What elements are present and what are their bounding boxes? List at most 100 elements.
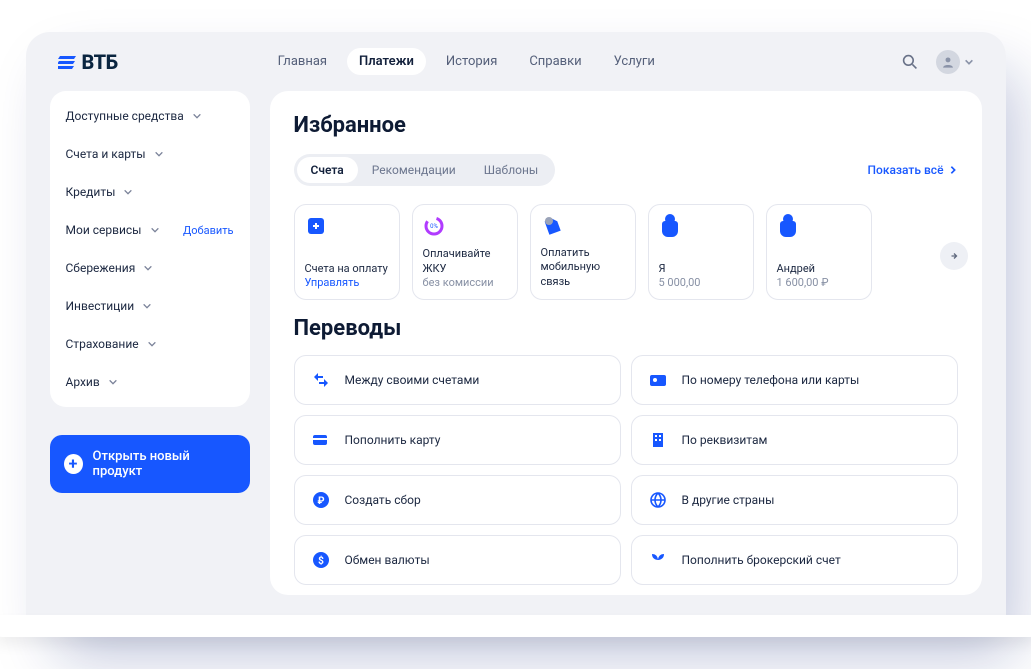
- chevron-down-icon: [123, 187, 133, 197]
- nav-home[interactable]: Главная: [266, 48, 339, 75]
- show-all-label: Показать всё: [867, 163, 943, 177]
- swap-arrows-icon: [311, 370, 331, 390]
- tab-accounts[interactable]: Счета: [297, 157, 358, 183]
- avatar-icon: [936, 50, 960, 74]
- chevron-down-icon: [143, 263, 153, 273]
- top-nav: Главная Платежи История Справки Услуги: [266, 48, 667, 75]
- chevron-right-icon: [948, 165, 958, 175]
- new-product-button[interactable]: + Открыть новый продукт: [50, 435, 250, 493]
- transfer-own-accounts[interactable]: Между своими счетами: [294, 355, 621, 405]
- svg-text:$: $: [318, 554, 324, 567]
- favorites-row: Счета на оплату Управлять 0% Оплачивайте…: [294, 204, 958, 300]
- main: Избранное Счета Рекомендации Шаблоны Пок…: [270, 91, 982, 595]
- transfer-create-collection[interactable]: ₽ Создать сбор: [294, 475, 621, 525]
- fav-card-utilities[interactable]: 0% Оплачивайте ЖКУ без комиссии: [412, 204, 518, 300]
- sidebar: Доступные средства Счета и карты Кредиты: [50, 91, 250, 595]
- chevron-down-icon: [192, 111, 202, 121]
- contact-card-icon: [648, 370, 668, 390]
- card-plus-icon: [311, 430, 331, 450]
- nav-services[interactable]: Услуги: [602, 48, 667, 75]
- chevron-down-icon: [108, 377, 118, 387]
- fav-title: Оплачивайте ЖКУ: [423, 247, 507, 276]
- globe-icon: [648, 490, 668, 510]
- person-icon: [777, 215, 799, 237]
- transfer-topup-card[interactable]: Пополнить карту: [294, 415, 621, 465]
- building-icon: [648, 430, 668, 450]
- sim-icon: [541, 215, 563, 237]
- sidebar-item-label: Счета и карты: [66, 147, 146, 161]
- logo[interactable]: ВТБ: [58, 50, 118, 74]
- transfer-label: Обмен валюты: [345, 553, 430, 567]
- ruble-circle-icon: ₽: [311, 490, 331, 510]
- transfer-label: Пополнить карту: [345, 433, 441, 447]
- chevron-down-icon: [147, 339, 157, 349]
- nav-refs[interactable]: Справки: [517, 48, 593, 75]
- transfer-by-requisites[interactable]: По реквизитам: [631, 415, 958, 465]
- sidebar-item-cards[interactable]: Счета и карты: [50, 135, 250, 173]
- dollar-circle-icon: $: [311, 550, 331, 570]
- transfer-broker-topup[interactable]: Пополнить брокерский счет: [631, 535, 958, 585]
- sidebar-item-label: Сбережения: [66, 261, 136, 275]
- add-bill-icon: [305, 215, 327, 237]
- percent-ring-icon: 0%: [423, 215, 445, 237]
- sidebar-item-savings[interactable]: Сбережения: [50, 249, 250, 287]
- tab-recommendations[interactable]: Рекомендации: [358, 157, 470, 183]
- transfers-title: Переводы: [294, 316, 958, 341]
- fav-sub: без комиссии: [423, 276, 507, 289]
- fav-title: Я: [659, 262, 743, 276]
- transfer-by-phone-card[interactable]: По номеру телефона или карты: [631, 355, 958, 405]
- fav-title: Оплатить мобильную связь: [541, 246, 625, 289]
- sidebar-item-insurance[interactable]: Страхование: [50, 325, 250, 363]
- fav-sub: Управлять: [305, 276, 389, 289]
- sidebar-item-my-services[interactable]: Мои сервисы Добавить: [50, 211, 250, 249]
- transfer-label: По номеру телефона или карты: [682, 373, 860, 387]
- arrow-right-icon: [949, 251, 959, 261]
- svg-text:₽: ₽: [317, 496, 324, 507]
- chevron-down-icon: [150, 225, 160, 235]
- sidebar-item-investments[interactable]: Инвестиции: [50, 287, 250, 325]
- profile-menu[interactable]: [936, 50, 974, 74]
- transfers-grid: Между своими счетами По номеру телефона …: [294, 355, 958, 585]
- sidebar-item-label: Кредиты: [66, 185, 116, 199]
- fav-title: Андрей: [777, 262, 861, 276]
- sidebar-item-funds[interactable]: Доступные средства: [50, 97, 250, 135]
- fav-card-self[interactable]: Я 5 000,00: [648, 204, 754, 300]
- transfer-label: Пополнить брокерский счет: [682, 553, 841, 567]
- logo-mark-icon: [58, 54, 76, 70]
- sidebar-add-link[interactable]: Добавить: [183, 224, 234, 237]
- chevron-down-icon: [142, 301, 152, 311]
- logo-text: ВТБ: [82, 50, 118, 74]
- show-all-link[interactable]: Показать всё: [867, 163, 957, 177]
- svg-text:0%: 0%: [430, 223, 438, 230]
- sidebar-item-label: Мои сервисы: [66, 223, 142, 237]
- transfer-abroad[interactable]: В другие страны: [631, 475, 958, 525]
- favorites-title: Избранное: [294, 113, 958, 138]
- favorites-tabs: Счета Рекомендации Шаблоны: [294, 154, 556, 186]
- sidebar-item-credits[interactable]: Кредиты: [50, 173, 250, 211]
- transfer-label: Создать сбор: [345, 493, 421, 507]
- sidebar-item-label: Страхование: [66, 337, 139, 351]
- fav-card-andrey[interactable]: Андрей 1 600,00 ₽: [766, 204, 872, 300]
- nav-payments[interactable]: Платежи: [347, 48, 426, 75]
- nav-history[interactable]: История: [434, 48, 509, 75]
- person-icon: [659, 215, 681, 237]
- topbar: ВТБ Главная Платежи История Справки Услу…: [26, 32, 1006, 83]
- sidebar-item-label: Архив: [66, 375, 100, 389]
- chevron-down-icon: [154, 149, 164, 159]
- fav-card-mobile[interactable]: Оплатить мобильную связь: [530, 204, 636, 300]
- chevron-down-icon: [964, 57, 974, 67]
- fav-title: Счета на оплату: [305, 262, 389, 276]
- transfer-label: Между своими счетами: [345, 373, 480, 387]
- sidebar-item-label: Доступные средства: [66, 109, 184, 123]
- sprout-icon: [648, 550, 668, 570]
- tab-templates[interactable]: Шаблоны: [470, 157, 552, 183]
- search-icon[interactable]: [900, 52, 920, 72]
- sidebar-item-archive[interactable]: Архив: [50, 363, 250, 401]
- plus-icon: +: [64, 454, 83, 474]
- new-product-label: Открыть новый продукт: [93, 449, 236, 479]
- transfer-label: В другие страны: [682, 493, 775, 507]
- scroll-right-button[interactable]: [940, 242, 968, 270]
- fav-card-bills[interactable]: Счета на оплату Управлять: [294, 204, 400, 300]
- transfer-currency-exchange[interactable]: $ Обмен валюты: [294, 535, 621, 585]
- transfer-label: По реквизитам: [682, 433, 768, 447]
